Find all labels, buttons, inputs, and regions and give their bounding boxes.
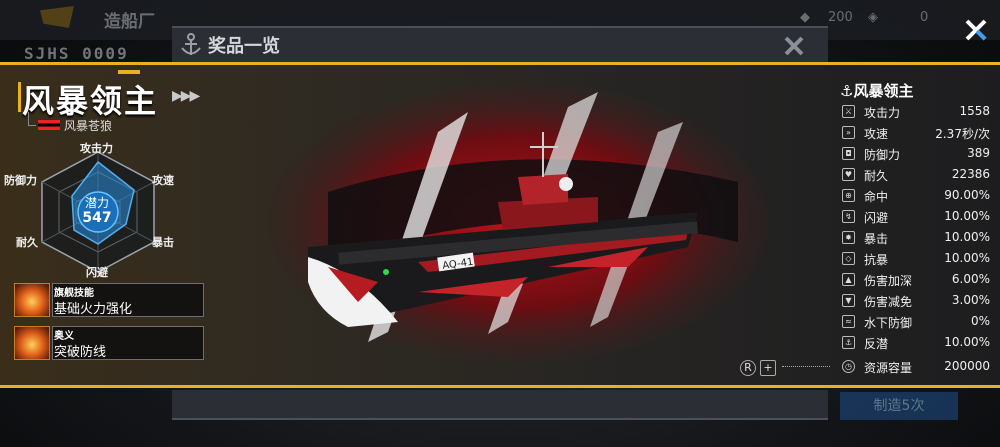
skill-name: 基础火力强化: [54, 302, 133, 317]
crosshair-icon: ⊕: [842, 189, 855, 202]
flag-icon: [38, 120, 60, 130]
depth-defense-icon: ≈: [842, 315, 855, 328]
evade-icon: ↯: [842, 210, 855, 223]
stat-label: 资源容量: [864, 361, 913, 375]
resource-value: 200: [828, 10, 853, 25]
speed-icon: »: [842, 126, 855, 139]
stat-row: ⊕ 命中 90.00%: [840, 186, 994, 206]
stat-value: 10.00%: [944, 251, 990, 265]
stat-row: ▲ 伤害加深 6.00%: [840, 270, 994, 290]
stat-label: 命中: [864, 190, 889, 204]
registered-icon[interactable]: R: [740, 360, 756, 376]
plus-icon[interactable]: +: [760, 360, 776, 376]
skill-flagship[interactable]: 旗舰技能 基础火力强化: [14, 283, 204, 317]
stats-title-text: 风暴领主: [853, 82, 914, 100]
skill-ultimate[interactable]: 奥义 突破防线: [14, 326, 204, 360]
stat-label: 耐久: [864, 169, 889, 183]
stat-value: 389: [967, 146, 990, 160]
panel-bottom-border: [0, 385, 1000, 388]
damage-down-icon: ▼: [842, 294, 855, 307]
stat-value: 3.00%: [951, 293, 990, 307]
build-5-button[interactable]: 制造5次: [840, 392, 958, 420]
close-icon[interactable]: [962, 16, 990, 44]
potential-label: 潜力: [84, 196, 109, 210]
stat-value: 1558: [959, 104, 990, 118]
skill-name: 突破防线: [54, 345, 107, 360]
stat-value: 10.00%: [944, 230, 990, 244]
shield-icon: ◘: [842, 147, 855, 160]
modal-title: 奖品一览: [208, 36, 280, 57]
stat-value: 6.00%: [951, 272, 990, 286]
radar-label-attack: 攻击力: [80, 142, 113, 155]
ship-name: 风暴领主: [22, 82, 159, 120]
clock-icon: ◷: [842, 360, 855, 373]
stat-row: ♥ 耐久 22386: [840, 165, 994, 185]
radar-label-speed: 攻速: [152, 174, 174, 187]
ship-artwork: AQ-41: [268, 82, 768, 362]
anchor-small-icon: ⚓: [840, 82, 854, 100]
stat-value: 200000: [944, 359, 990, 373]
name-accent-bar: [18, 82, 21, 112]
radar-label-crit: 暴击: [152, 236, 174, 249]
stat-label: 暴击: [864, 232, 889, 246]
stat-label: 伤害加深: [864, 274, 913, 288]
stat-label: 攻速: [864, 127, 889, 141]
stat-label: 闪避: [864, 211, 889, 225]
dotted-divider: [782, 366, 830, 370]
background-title: 造船厂: [104, 12, 155, 32]
stat-value: 10.00%: [944, 335, 990, 349]
skill-category: 奥义: [54, 331, 74, 342]
anchor-icon: [181, 33, 201, 55]
radar-label-durability: 耐久: [16, 236, 38, 249]
stat-value: 10.00%: [944, 209, 990, 223]
resist-icon: ◇: [842, 252, 855, 265]
stat-value: 90.00%: [944, 188, 990, 202]
gem-icon: ◆: [800, 10, 810, 25]
stats-title: ⚓风暴领主: [840, 80, 913, 101]
heart-icon: ♥: [842, 168, 855, 181]
flagship-skill-icon: [14, 283, 50, 317]
modal-close-icon[interactable]: [780, 32, 808, 60]
radar-label-evade: 闪避: [86, 266, 108, 279]
ultimate-skill-icon: [14, 326, 50, 360]
crit-icon: ✸: [842, 231, 855, 244]
stat-label: 抗暴: [864, 253, 889, 267]
stat-label: 反潜: [864, 337, 889, 351]
ship-sub-name: 风暴苍狼: [64, 119, 113, 133]
chevron-right-icon: ▶▶▶: [172, 88, 200, 104]
stat-label: 伤害减免: [864, 295, 913, 309]
skill-category: 旗舰技能: [54, 288, 94, 299]
stat-label: 水下防御: [864, 316, 913, 330]
potential-value: 547: [82, 210, 112, 226]
anti-sub-icon: ⚓: [842, 336, 855, 349]
resource-icon: ◈: [868, 10, 878, 25]
stat-label: 攻击力: [864, 106, 901, 120]
modal-header: 奖品一览: [172, 26, 828, 62]
stat-row: ⚓ 反潜 10.00%: [840, 333, 994, 353]
panel-top-border: [0, 62, 1000, 65]
stat-row: ▼ 伤害减免 3.00%: [840, 291, 994, 311]
stat-row: » 攻速 2.37秒/次: [840, 123, 994, 143]
modal-footer: [172, 390, 828, 420]
stat-row: ✸ 暴击 10.00%: [840, 228, 994, 248]
resource-value-2: 0: [920, 10, 929, 25]
stat-row: ◘ 防御力 389: [840, 144, 994, 164]
damage-up-icon: ▲: [842, 273, 855, 286]
stat-value: 2.37秒/次: [935, 127, 990, 141]
stat-value: 22386: [951, 167, 990, 181]
radar-label-defense: 防御力: [4, 174, 37, 187]
stat-row: ⚔ 攻击力 1558: [840, 102, 994, 122]
name-connector: [28, 112, 36, 126]
sword-icon: ⚔: [842, 105, 855, 118]
stat-row: ↯ 闪避 10.00%: [840, 207, 994, 227]
game-screen: 造船厂 SJHS 0009 ◆ 200 ◈ 0 制造5次 奖品一览 AQ-41 …: [0, 0, 1000, 447]
stat-label: 防御力: [864, 148, 901, 162]
stat-row: ◇ 抗暴 10.00%: [840, 249, 994, 269]
background-ship-code: SJHS 0009: [24, 44, 129, 63]
panel-tab-marker: [118, 70, 140, 74]
stat-row: ≈ 水下防御 0%: [840, 312, 994, 332]
stat-row: ◷ 资源容量 200000: [840, 357, 994, 377]
stat-value: 0%: [970, 314, 990, 328]
